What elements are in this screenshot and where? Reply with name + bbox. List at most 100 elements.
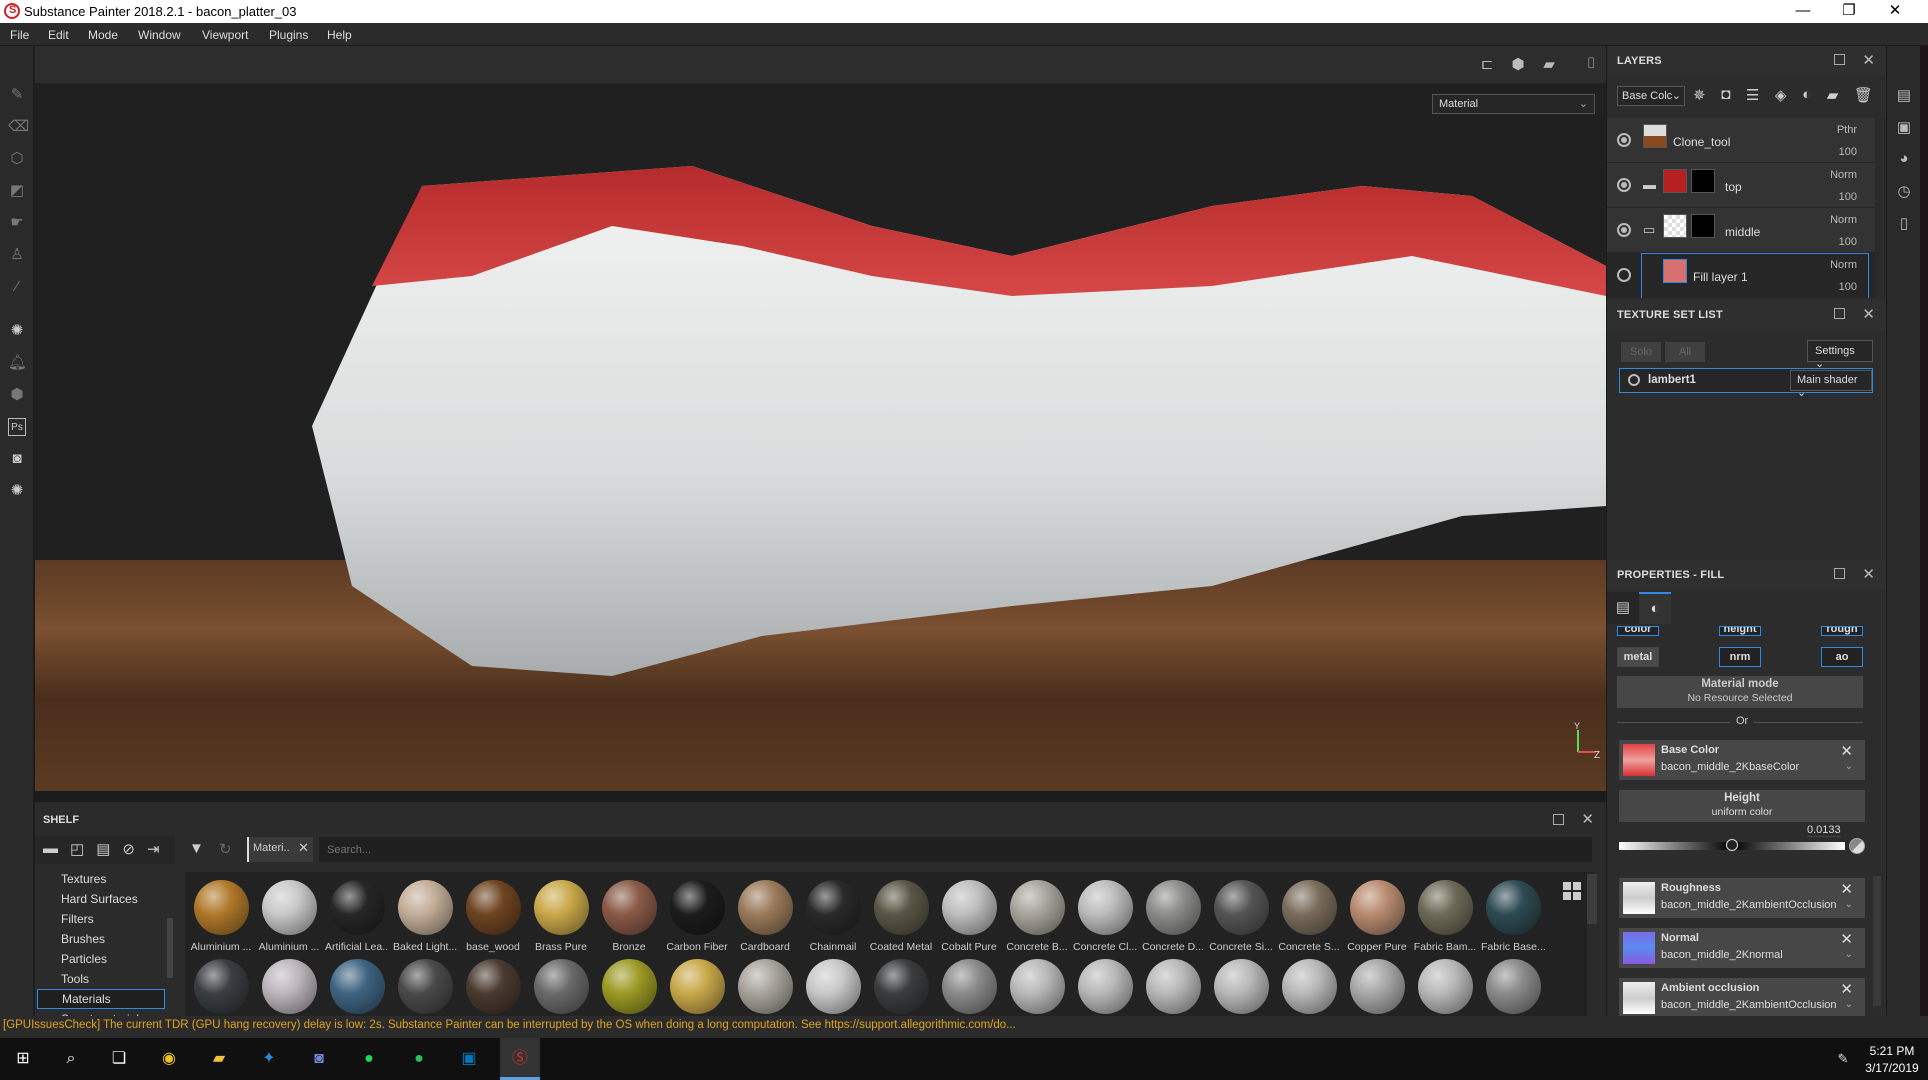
channel-rough[interactable]: rough xyxy=(1821,626,1863,636)
minimize-button[interactable]: — xyxy=(1780,0,1826,23)
layer-row[interactable]: Clone_tool Pthr 100 xyxy=(1607,118,1875,163)
polygon-fill-icon[interactable]: ◩ xyxy=(8,182,26,200)
material-item[interactable] xyxy=(529,959,593,1014)
shelf-category[interactable]: Particles xyxy=(61,952,107,966)
remove-icon[interactable]: ✕ xyxy=(1840,742,1853,760)
search-icon[interactable]: ⌕ xyxy=(58,1046,84,1072)
shader-dropdown[interactable]: Main shader ⌄ xyxy=(1790,370,1872,399)
material-item[interactable] xyxy=(801,959,865,1014)
float-icon[interactable] xyxy=(1834,54,1845,65)
material-item[interactable]: Bronze xyxy=(597,880,661,953)
properties-scrollbar[interactable] xyxy=(1873,876,1881,1006)
maximize-button[interactable]: ❐ xyxy=(1826,0,1872,23)
channel-height[interactable]: height xyxy=(1719,626,1761,636)
visibility-toggle[interactable] xyxy=(1617,268,1631,282)
radio-icon[interactable] xyxy=(1628,374,1640,386)
remove-icon[interactable]: ✕ xyxy=(1840,880,1853,898)
close-icon[interactable]: ✕ xyxy=(1581,810,1594,828)
close-button[interactable]: ✕ xyxy=(1872,0,1918,23)
display-cube-icon[interactable]: ⬢ xyxy=(1507,55,1529,73)
blend-mode[interactable]: Norm xyxy=(1830,214,1857,226)
clock[interactable]: 5:21 PM 3/17/2019 xyxy=(1864,1044,1920,1075)
layer-opacity[interactable]: 100 xyxy=(1839,236,1857,248)
kodi-icon[interactable]: ✦ xyxy=(256,1046,282,1072)
material-item[interactable]: Brass Pure xyxy=(529,880,593,953)
shelf-scrollbar[interactable] xyxy=(1587,874,1597,1018)
material-item[interactable] xyxy=(1005,959,1069,1014)
material-item[interactable]: Fabric Bam... xyxy=(1413,880,1477,953)
perspective-camera-icon[interactable]: ⊏ xyxy=(1476,55,1498,73)
visibility-toggle[interactable] xyxy=(1617,223,1631,237)
visibility-toggle[interactable] xyxy=(1617,133,1631,147)
layer-opacity[interactable]: 100 xyxy=(1839,146,1857,158)
material-item[interactable] xyxy=(597,959,661,1014)
blend-mode[interactable]: Norm xyxy=(1830,259,1857,271)
import-icon[interactable]: ⇥ xyxy=(147,840,160,860)
color-mode-toggle-icon[interactable] xyxy=(1849,838,1865,854)
material-item[interactable]: Concrete B... xyxy=(1005,880,1069,953)
color-picker-icon[interactable]: ⁄ xyxy=(8,278,26,296)
channel-dropdown[interactable]: Base Colc ⌄ xyxy=(1617,86,1685,106)
remove-filter-icon[interactable]: ✕ xyxy=(298,840,309,856)
material-item[interactable]: Concrete Si... xyxy=(1209,880,1273,953)
screenshot-icon[interactable]: ⌷ xyxy=(1580,55,1602,73)
file-explorer-icon[interactable]: ▰ xyxy=(206,1046,232,1072)
viewer-settings-icon[interactable]: ▣ xyxy=(1894,118,1914,138)
grid-view-icon[interactable] xyxy=(1563,882,1581,900)
close-icon[interactable]: ✕ xyxy=(1862,305,1875,323)
filter-tag[interactable]: Materi.. ✕ xyxy=(247,837,313,862)
slider-handle[interactable] xyxy=(1726,839,1738,851)
float-icon[interactable] xyxy=(1553,814,1564,825)
log-icon[interactable]: ▯ xyxy=(1894,214,1914,234)
menu-plugins[interactable]: Plugins xyxy=(269,28,308,42)
material-item[interactable]: Artificial Lea... xyxy=(325,880,389,953)
trello-icon[interactable]: ▣ xyxy=(456,1046,482,1072)
category-scrollbar[interactable] xyxy=(167,918,173,978)
shelf-category-selected[interactable]: Materials xyxy=(37,989,165,1009)
close-icon[interactable]: ✕ xyxy=(1862,51,1875,69)
windows-start-icon[interactable]: ⊞ xyxy=(10,1046,36,1072)
add-folder-icon[interactable]: ▰ xyxy=(1827,86,1839,106)
blend-mode[interactable]: Norm xyxy=(1830,169,1857,181)
add-effect-icon[interactable]: ✵ xyxy=(1693,86,1706,106)
channel-nrm[interactable]: nrm xyxy=(1719,647,1761,667)
channel-metal[interactable]: metal xyxy=(1617,647,1659,667)
substance-painter-taskbar-icon[interactable]: Ⓢ xyxy=(500,1038,540,1080)
ambient-occlusion-slot[interactable]: Ambient occlusion bacon_middle_2Kambient… xyxy=(1619,978,1865,1018)
shader-settings-icon[interactable]: ◕ xyxy=(1894,150,1914,170)
layer-row[interactable]: ▬ top Norm 100 xyxy=(1607,163,1875,208)
height-value[interactable]: 0.0133 xyxy=(1807,824,1841,837)
material-item[interactable]: Baked Light... xyxy=(393,880,457,953)
float-icon[interactable] xyxy=(1834,308,1845,319)
chevron-down-icon[interactable]: ⌄ xyxy=(1845,949,1853,960)
shelf-category[interactable]: Brushes xyxy=(61,932,105,946)
paint-brush-icon[interactable]: ✎ xyxy=(8,86,26,104)
substance-share-icon[interactable]: ✺ xyxy=(8,322,26,340)
material-item[interactable]: Cobalt Pure xyxy=(937,880,1001,953)
menu-window[interactable]: Window xyxy=(138,28,181,42)
close-icon[interactable]: ✕ xyxy=(1862,565,1875,583)
notification-icon[interactable]: 🔔︎ xyxy=(8,354,27,372)
material-item[interactable] xyxy=(1345,959,1409,1014)
material-item[interactable] xyxy=(257,959,321,1014)
material-item[interactable] xyxy=(869,959,933,1014)
material-item[interactable] xyxy=(1413,959,1477,1014)
shelf-category[interactable]: Tools xyxy=(61,972,89,986)
visibility-toggle[interactable] xyxy=(1617,178,1631,192)
add-fill-layer-icon[interactable]: ◈ xyxy=(1775,86,1787,106)
evernote-icon[interactable]: ● xyxy=(406,1046,432,1072)
material-item[interactable] xyxy=(461,959,525,1014)
material-tab[interactable]: ◐ xyxy=(1639,592,1671,624)
roughness-slot[interactable]: Roughness bacon_middle_2KambientOcclusio… xyxy=(1619,878,1865,918)
material-item[interactable] xyxy=(1209,959,1273,1014)
add-layer-icon[interactable]: ☰ xyxy=(1746,86,1759,106)
eraser-icon[interactable]: ⌫ xyxy=(8,118,29,136)
material-item[interactable]: Coated Metal xyxy=(869,880,933,953)
history-icon[interactable]: ◷ xyxy=(1894,182,1914,202)
layer-properties-tab[interactable]: ▤ xyxy=(1607,592,1639,624)
shelf-search-input[interactable] xyxy=(319,837,1592,862)
material-item[interactable]: Copper Pure xyxy=(1345,880,1409,953)
material-item[interactable]: Cardboard xyxy=(733,880,797,953)
chevron-down-icon[interactable]: ⌄ xyxy=(1845,761,1853,772)
add-mask-icon[interactable]: ◘ xyxy=(1721,86,1730,106)
